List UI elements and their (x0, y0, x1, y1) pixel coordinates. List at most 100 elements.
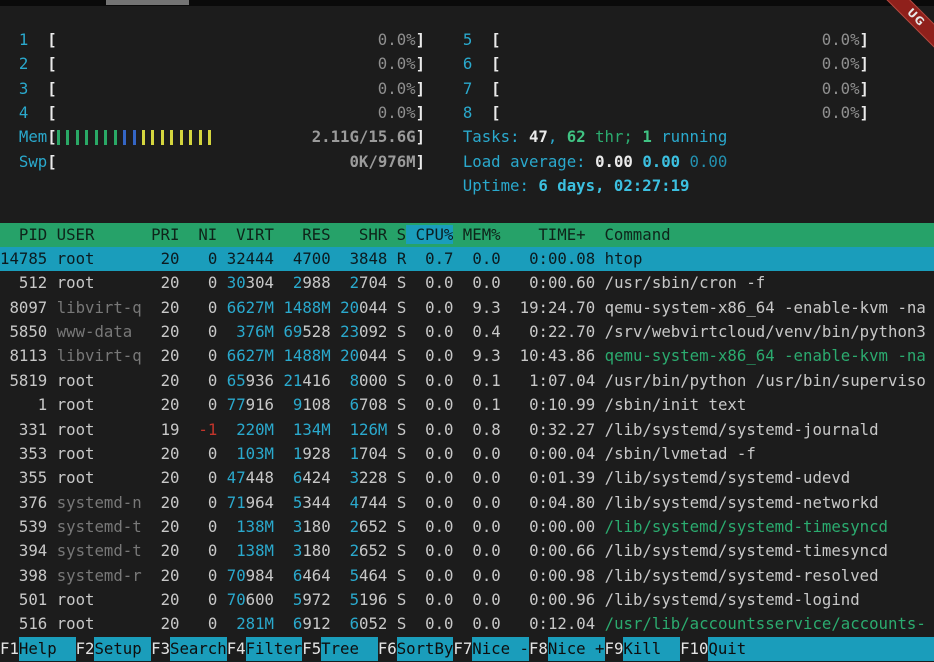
cell-res: 180 (302, 541, 330, 560)
cell-command: /usr/sbin/cron -f (605, 273, 766, 292)
cell-ni: 0 (189, 444, 217, 463)
column-header-cpu-sort[interactable]: CPU% (406, 225, 453, 244)
cell-virt: 936 (246, 371, 274, 390)
cell-state: R (397, 249, 406, 268)
cell-command: /lib/systemd/systemd-timesyncd (605, 517, 888, 536)
cell-user: systemd-t (57, 541, 142, 560)
cell-user: root (57, 420, 142, 439)
fkey-search[interactable]: F3Search (151, 637, 227, 661)
cell-cpu: 0.7 (416, 249, 454, 268)
fkey-kill[interactable]: F9Kill (605, 637, 681, 661)
cell-res: 134M (283, 420, 330, 439)
process-row-8113[interactable]: 8113 libvirt-q 20 0 6627M 1488M 20044 S … (0, 344, 934, 368)
process-row-5850[interactable]: 5850 www-data 20 0 376M 69528 23092 S 0.… (0, 320, 934, 344)
blank-line (0, 198, 934, 222)
fkey-label: F9 (605, 637, 624, 661)
cell-time: 0:00.66 (510, 541, 595, 560)
fkey-filter[interactable]: F4Filter (227, 637, 303, 661)
cell-res: 180 (302, 517, 330, 536)
cell-mem: 0.0 (463, 444, 501, 463)
cell-state: S (397, 322, 406, 341)
swp-meter-label: Swp (19, 152, 47, 171)
cpu3-meter-value: 0.0% (57, 79, 416, 98)
cell-cpu: 0.0 (416, 468, 454, 487)
fkey-action: Quit (708, 637, 765, 661)
cell-shr: 044 (359, 346, 387, 365)
process-row-516[interactable]: 516 root 20 0 281M 6912 6052 S 0.0 0.0 0… (0, 612, 934, 636)
fbar-filler (765, 637, 934, 661)
meters-panel: 1 [ 0.0%] 5 [ 0.0%] 2 [ 0.0%] 6 [ 0.0%] … (0, 28, 934, 198)
fkey-setup[interactable]: F2Setup (76, 637, 152, 661)
fkey-help[interactable]: F1Help (0, 637, 76, 661)
cell-state: S (397, 590, 406, 609)
fkey-label: F6 (378, 637, 397, 661)
process-row-8097[interactable]: 8097 libvirt-q 20 0 6627M 1488M 20044 S … (0, 296, 934, 320)
cell-virt: 444 (246, 249, 274, 268)
cell-command: qemu-system-x86_64 -enable-kvm -na (605, 346, 926, 365)
cell-pid: 5819 (0, 371, 47, 390)
process-row-1[interactable]: 1 root 20 0 77916 9108 6708 S 0.0 0.1 0:… (0, 393, 934, 417)
fkey-sortby[interactable]: F6SortBy (378, 637, 454, 661)
cell-pid: 394 (0, 541, 47, 560)
cpu8-meter-value: 0.0% (501, 103, 860, 122)
cell-command: /sbin/init text (605, 395, 747, 414)
cell-ni: 0 (189, 395, 217, 414)
process-row-355[interactable]: 355 root 20 0 47448 6424 3228 S 0.0 0.0 … (0, 466, 934, 490)
cpu6-meter-value: 0.0% (501, 54, 860, 73)
cpu-meter-row: 1 [ 0.0%] 5 [ 0.0%] (0, 28, 934, 52)
cell-pid: 5850 (0, 322, 47, 341)
cell-virt: 103M (227, 444, 274, 463)
fkey-tree[interactable]: F5Tree (302, 637, 378, 661)
cpu4-meter-value: 0.0% (57, 103, 416, 122)
cell-res: 700 (302, 249, 330, 268)
cell-time: 0:00.98 (510, 566, 595, 585)
cell-res: 108 (302, 395, 330, 414)
cpu1-meter-value: 0.0% (57, 30, 416, 49)
cell-pri: 20 (151, 249, 179, 268)
cell-pid: 331 (0, 420, 47, 439)
cell-user: root (57, 273, 142, 292)
process-row-501[interactable]: 501 root 20 0 70600 5972 5196 S 0.0 0.0 … (0, 588, 934, 612)
process-row-394[interactable]: 394 systemd-t 20 0 138M 3180 2652 S 0.0 … (0, 539, 934, 563)
cell-shr: 708 (359, 395, 387, 414)
fkey-label: F3 (151, 637, 170, 661)
cell-res: 416 (302, 371, 330, 390)
fkey-nice-[interactable]: F8Nice + (529, 637, 605, 661)
cell-pid: 539 (0, 517, 47, 536)
process-row-14785[interactable]: 14785 root 20 0 32444 4700 3848 R 0.7 0.… (0, 247, 934, 271)
process-row-398[interactable]: 398 systemd-r 20 0 70984 6464 5464 S 0.0… (0, 564, 934, 588)
cell-command: /lib/systemd/systemd-timesyncd (605, 541, 888, 560)
process-row-539[interactable]: 539 systemd-t 20 0 138M 3180 2652 S 0.0 … (0, 515, 934, 539)
cell-pid: 376 (0, 493, 47, 512)
process-row-353[interactable]: 353 root 20 0 103M 1928 1704 S 0.0 0.0 0… (0, 442, 934, 466)
cell-pid: 516 (0, 614, 47, 633)
fkey-quit[interactable]: F10Quit (680, 637, 765, 661)
cell-user: www-data (57, 322, 142, 341)
cell-virt: 281M (227, 614, 274, 633)
process-row-5819[interactable]: 5819 root 20 0 65936 21416 8000 S 0.0 0.… (0, 369, 934, 393)
cell-pri: 19 (151, 420, 179, 439)
cell-state: S (397, 444, 406, 463)
cpu1-meter-id: 1 (19, 30, 28, 49)
cell-res: 464 (302, 566, 330, 585)
process-row-331[interactable]: 331 root 19 -1 220M 134M 126M S 0.0 0.8 … (0, 418, 934, 442)
cell-res: 988 (302, 273, 330, 292)
process-row-512[interactable]: 512 root 20 0 30304 2988 2704 S 0.0 0.0 … (0, 271, 934, 295)
cell-pri: 20 (151, 298, 179, 317)
cell-command: /lib/systemd/systemd-journald (605, 420, 879, 439)
memory-usage-bars (57, 130, 217, 145)
process-row-376[interactable]: 376 systemd-n 20 0 71964 5344 4744 S 0.0… (0, 491, 934, 515)
cell-shr: 652 (359, 541, 387, 560)
cell-state: S (397, 420, 406, 439)
cell-user: libvirt-q (57, 346, 142, 365)
cell-pri: 20 (151, 493, 179, 512)
cell-pid: 398 (0, 566, 47, 585)
cell-state: S (397, 346, 406, 365)
fkey-action: Help (19, 637, 76, 661)
cell-shr: 044 (359, 298, 387, 317)
column-headers-row[interactable]: PID USER PRI NI VIRT RES SHR S CPU% MEM%… (0, 223, 934, 247)
cell-command: /lib/systemd/systemd-logind (605, 590, 860, 609)
cell-ni: 0 (189, 249, 217, 268)
cell-state: S (397, 517, 406, 536)
fkey-nice-[interactable]: F7Nice - (453, 637, 529, 661)
